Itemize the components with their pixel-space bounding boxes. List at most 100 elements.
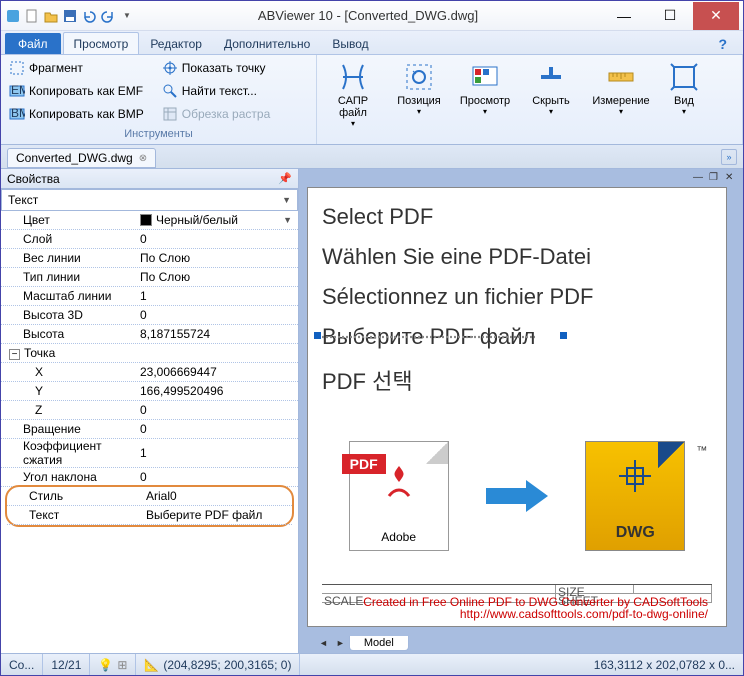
help-button[interactable]: ? [712, 34, 733, 54]
btn-view[interactable]: Просмотр▾ [453, 57, 517, 142]
label: Найти текст... [182, 84, 257, 98]
prop-val[interactable]: 0 [136, 422, 298, 436]
prop-key: Z [1, 403, 136, 417]
model-tab[interactable]: Model [349, 636, 409, 651]
color-cell[interactable]: Черный/белый▼ [140, 213, 298, 227]
prop-val[interactable]: 0 [136, 308, 298, 322]
layout-next-icon[interactable]: ► [332, 638, 349, 648]
btn-cad-file[interactable]: САПР файл▾ [321, 57, 385, 142]
grid-icon[interactable]: ⊞ [117, 658, 127, 672]
mdi-minimize-icon[interactable]: — [693, 172, 705, 184]
btn-find-text[interactable]: Найти текст... [158, 80, 275, 102]
dwg-label: DWG [616, 524, 655, 542]
layout-prev-icon[interactable]: ◄ [315, 638, 332, 648]
prop-key: Угол наклона [1, 470, 136, 484]
object-type-select[interactable]: Текст ▼ [1, 189, 298, 211]
status-count: 12/21 [43, 654, 90, 675]
new-doc-icon[interactable] [24, 8, 40, 24]
pin-icon[interactable]: 📌 [278, 172, 292, 185]
prop-key: Коэффициент сжатия [1, 439, 136, 467]
label: Обрезка растра [182, 107, 271, 121]
qat-dropdown-icon[interactable]: ▼ [119, 8, 135, 24]
prop-val[interactable]: 8,187155724 [136, 327, 298, 341]
maximize-button[interactable]: ☐ [647, 2, 693, 30]
prop-val[interactable]: Arial0 [142, 489, 292, 503]
status-cmd: Co... [1, 654, 43, 675]
color-swatch [140, 214, 152, 226]
prop-val[interactable]: 0 [136, 470, 298, 484]
titlebar: ▼ ABViewer 10 - [Converted_DWG.dwg] — ☐ … [1, 1, 743, 31]
ribbon-tabs: Файл Просмотр Редактор Дополнительно Выв… [1, 31, 743, 55]
ruler-icon: 📐 [144, 658, 159, 672]
mdi-restore-icon[interactable]: ❐ [709, 172, 721, 184]
btn-copy-emf[interactable]: EMFКопировать как EMF [5, 80, 148, 102]
property-grid: ЦветЧерный/белый▼ Слой0 Вес линииПо Слою… [1, 211, 298, 653]
label: САПР файл [323, 95, 383, 119]
prop-val[interactable]: 166,499520496 [136, 384, 298, 398]
open-icon[interactable] [43, 8, 59, 24]
canvas-text-2: Wählen Sie eine PDF-Datei [322, 244, 591, 270]
properties-panel: Свойства 📌 Текст ▼ ЦветЧерный/белый▼ Сло… [1, 169, 299, 653]
prop-key: Высота 3D [1, 308, 136, 322]
tab-file[interactable]: Файл [5, 33, 61, 54]
credit-line-2: http://www.cadsofttools.com/pdf-to-dwg-o… [363, 608, 708, 620]
btn-measure[interactable]: Измерение▾ [585, 57, 657, 142]
undo-icon[interactable] [81, 8, 97, 24]
tab-output[interactable]: Вывод [321, 32, 379, 54]
lightbulb-icon[interactable]: 💡 [98, 658, 113, 672]
svg-text:EMF: EMF [11, 83, 25, 97]
label: Фрагмент [29, 61, 83, 75]
ribbon: Фрагмент EMFКопировать как EMF BMPКопиро… [1, 55, 743, 145]
btn-copy-bmp[interactable]: BMPКопировать как BMP [5, 103, 148, 125]
pdf-icon: PDF Adobe [349, 441, 449, 551]
dropdown-icon: ▼ [283, 215, 298, 225]
prop-val[interactable]: 1 [136, 289, 298, 303]
close-tab-icon[interactable]: ⊗ [139, 153, 147, 164]
btn-viewport[interactable]: Вид▾ [659, 57, 709, 142]
tab-overflow-icon[interactable]: » [721, 149, 737, 165]
prop-val[interactable]: По Слою [136, 270, 298, 284]
document-tab-strip: Converted_DWG.dwg ⊗ » [1, 145, 743, 169]
dwg-icon: DWG [585, 441, 685, 551]
mdi-controls: — ❐ ✕ [299, 169, 743, 187]
mdi-close-icon[interactable]: ✕ [725, 172, 737, 184]
prop-key: X [1, 365, 136, 379]
drawing-canvas[interactable]: Select PDF Wählen Sie eine PDF-Datei Sél… [307, 187, 727, 627]
btn-show-point[interactable]: Показать точку [158, 57, 275, 79]
prop-key: Высота [1, 327, 136, 341]
btn-position[interactable]: Позиция▾ [387, 57, 451, 142]
tab-extra[interactable]: Дополнительно [213, 32, 321, 54]
doc-tab-label: Converted_DWG.dwg [16, 151, 133, 165]
selection-handle[interactable] [560, 332, 567, 339]
prop-key: Вес линии [1, 251, 136, 265]
btn-fragment[interactable]: Фрагмент [5, 57, 148, 79]
btn-hide[interactable]: Скрыть▾ [519, 57, 583, 142]
document-tab[interactable]: Converted_DWG.dwg ⊗ [7, 148, 156, 168]
tab-editor[interactable]: Редактор [139, 32, 213, 54]
group-toggle[interactable]: −Точка [1, 346, 136, 360]
redo-icon[interactable] [100, 8, 116, 24]
coords-value: (204,8295; 200,3165; 0) [163, 658, 291, 672]
prop-val[interactable]: По Слою [136, 251, 298, 265]
prop-val[interactable]: Выберите PDF файл [142, 508, 292, 522]
prop-val[interactable]: 1 [136, 446, 298, 460]
tb-size: SIZE [556, 585, 634, 593]
ribbon-group-tools: Фрагмент EMFКопировать как EMF BMPКопиро… [1, 55, 317, 144]
highlight-annotation: СтильArial0 ТекстВыберите PDF файл [5, 485, 294, 527]
canvas-text-5: PDF 선택 [322, 364, 413, 396]
window-title: ABViewer 10 - [Converted_DWG.dwg] [135, 8, 601, 23]
tab-view[interactable]: Просмотр [63, 32, 140, 54]
save-icon[interactable] [62, 8, 78, 24]
prop-val[interactable]: 0 [136, 403, 298, 417]
selection-handle[interactable] [314, 332, 321, 339]
status-coords: 📐 (204,8295; 200,3165; 0) [136, 654, 300, 675]
minimize-button[interactable]: — [601, 2, 647, 30]
adobe-label: Adobe [381, 530, 416, 544]
prop-val[interactable]: 0 [136, 232, 298, 246]
prop-val[interactable]: 23,006669447 [136, 365, 298, 379]
dropdown-icon: ▼ [282, 195, 291, 205]
canvas-text-4-selected: Выберите PDF файл [322, 324, 535, 350]
close-button[interactable]: ✕ [693, 2, 739, 30]
btn-trim-raster[interactable]: Обрезка растра [158, 103, 275, 125]
statusbar: Co... 12/21 💡 ⊞ 📐 (204,8295; 200,3165; 0… [1, 653, 743, 675]
